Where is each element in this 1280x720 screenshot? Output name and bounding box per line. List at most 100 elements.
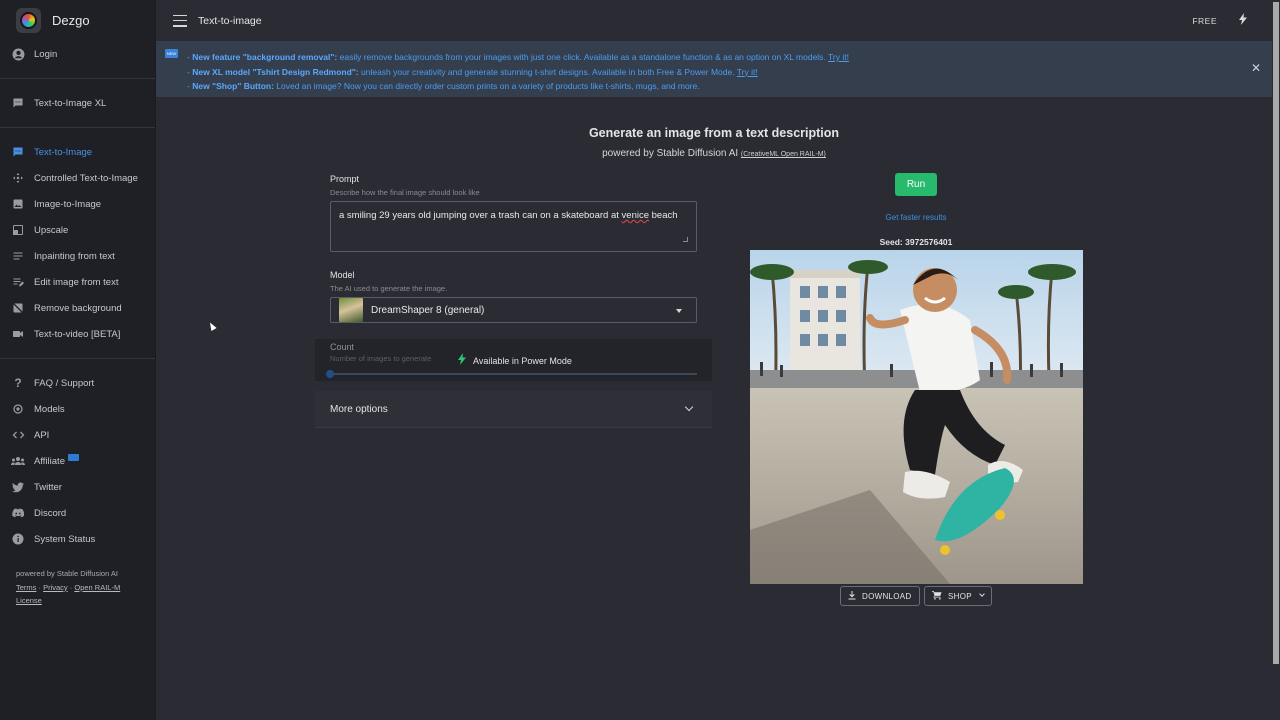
edit-lines-icon — [11, 275, 25, 289]
sidebar-item-label: Remove background — [34, 302, 122, 314]
run-button[interactable]: Run — [895, 173, 937, 196]
announcement-banner: NEW - New feature "background removal": … — [156, 41, 1272, 97]
sidebar-item-label: Text-to-Image XL — [34, 97, 107, 109]
scrollbar[interactable] — [1272, 0, 1280, 720]
sidebar-item-inpainting[interactable]: Inpainting from text — [0, 243, 155, 269]
sidebar: Dezgo Login Text-to-Image XL Text-to-Ima… — [0, 0, 156, 720]
video-icon — [11, 327, 25, 341]
resize-handle-icon[interactable] — [683, 237, 688, 242]
sidebar-item-text-to-image-xl[interactable]: Text-to-Image XL — [0, 90, 155, 116]
shop-button[interactable]: SHOP — [924, 586, 992, 606]
brand-name: Dezgo — [52, 13, 90, 28]
move-icon — [11, 171, 25, 185]
model-selected-value: DreamShaper 8 (general) — [371, 304, 485, 316]
prompt-label: Prompt — [330, 174, 360, 184]
sidebar-item-label: Twitter — [34, 481, 62, 493]
count-slider-track — [330, 373, 697, 375]
sidebar-item-controlled-text-to-image[interactable]: Controlled Text-to-Image — [0, 165, 155, 191]
account-icon — [11, 47, 25, 61]
no-image-icon — [11, 301, 25, 315]
top-bar: Text-to-image FREE — [156, 0, 1272, 41]
try-it-link[interactable]: Try it! — [828, 52, 849, 62]
model-help: The AI used to generate the image. — [330, 284, 448, 293]
cart-icon — [932, 590, 942, 602]
code-icon — [11, 428, 25, 442]
terms-link[interactable]: Terms — [16, 583, 36, 592]
sidebar-item-label: API — [34, 429, 50, 441]
generated-image[interactable] — [750, 250, 1083, 584]
question-icon: ? — [14, 376, 22, 390]
sidebar-item-affiliate[interactable]: Affiliate — [0, 448, 155, 474]
sidebar-item-label: System Status — [34, 533, 96, 545]
sidebar-item-edit-image[interactable]: Edit image from text — [0, 269, 155, 295]
license-link[interactable]: (CreativeML Open RAIL-M) — [741, 151, 826, 158]
download-icon — [848, 590, 856, 602]
count-slider-thumb — [326, 370, 334, 378]
plan-label[interactable]: FREE — [1192, 16, 1217, 26]
sidebar-item-faq[interactable]: ? FAQ / Support — [0, 370, 155, 396]
sidebar-item-models[interactable]: Models — [0, 396, 155, 422]
sidebar-item-label: Discord — [34, 507, 67, 519]
bolt-icon — [458, 353, 466, 368]
hamburger-menu-icon[interactable] — [173, 14, 187, 27]
sidebar-item-text-to-video[interactable]: Text-to-video [BETA] — [0, 321, 155, 347]
sidebar-item-system-status[interactable]: System Status — [0, 526, 155, 552]
divider — [0, 127, 155, 128]
model-label: Model — [330, 270, 355, 280]
sidebar-item-image-to-image[interactable]: Image-to-Image — [0, 191, 155, 217]
sidebar-item-upscale[interactable]: Upscale — [0, 217, 155, 243]
page-headline: Generate an image from a text descriptio… — [588, 126, 840, 140]
announcement-line: - New "Shop" Button: Loved an image? Now… — [187, 81, 700, 91]
power-mode-notice[interactable]: Available in Power Mode — [458, 353, 572, 368]
sidebar-item-label: Affiliate — [34, 455, 65, 467]
sidebar-item-label: Upscale — [34, 224, 69, 236]
download-button[interactable]: DOWNLOAD — [840, 586, 920, 606]
dezgo-logo — [16, 8, 41, 33]
models-icon — [11, 402, 25, 416]
sidebar-item-label: Login — [34, 48, 58, 60]
sidebar-item-discord[interactable]: Discord — [0, 500, 155, 526]
sidebar-item-text-to-image[interactable]: Text-to-Image — [0, 139, 155, 165]
divider — [0, 358, 155, 359]
announcement-lines: - New feature "background removal": easi… — [187, 50, 849, 94]
sidebar-item-remove-background[interactable]: Remove background — [0, 295, 155, 321]
privacy-link[interactable]: Privacy — [43, 583, 68, 592]
try-it-link[interactable]: Try it! — [737, 67, 758, 77]
sidebar-footer: powered by Stable Diffusion AI Terms · P… — [16, 567, 146, 608]
close-icon[interactable]: ✕ — [1251, 61, 1261, 75]
sidebar-item-twitter[interactable]: Twitter — [0, 474, 155, 500]
new-badge-icon — [67, 453, 79, 461]
page-subheadline: powered by Stable Diffusion AI (Creative… — [602, 148, 826, 159]
info-icon — [11, 532, 25, 546]
scroll-thumb[interactable] — [1273, 2, 1279, 664]
chat-icon — [11, 145, 25, 159]
powered-by-text: powered by Stable Diffusion AI — [16, 569, 119, 578]
sidebar-item-label: FAQ / Support — [34, 377, 95, 389]
power-bolt-icon[interactable] — [1239, 13, 1247, 28]
sidebar-item-login[interactable]: Login — [0, 41, 155, 67]
page-title: Text-to-image — [198, 14, 262, 27]
image-icon — [11, 197, 25, 211]
count-label: Count — [330, 342, 355, 352]
announcement-line: - New XL model "Tshirt Design Redmond": … — [187, 66, 758, 77]
more-options-toggle[interactable]: More options — [315, 391, 712, 428]
sidebar-item-label: Inpainting from text — [34, 250, 115, 262]
discord-icon — [11, 506, 25, 520]
model-select[interactable]: DreamShaper 8 (general) — [330, 297, 697, 323]
new-badge-icon: NEW — [165, 49, 178, 58]
faster-results-link[interactable]: Get faster results — [850, 213, 982, 222]
sidebar-item-label: Text-to-Image — [34, 146, 93, 158]
sidebar-item-label: Text-to-video [BETA] — [34, 328, 121, 340]
announcement-line: - New feature "background removal": easi… — [187, 52, 849, 62]
prompt-help: Describe how the final image should look… — [330, 188, 480, 197]
lines-icon — [11, 249, 25, 263]
sidebar-item-label: Edit image from text — [34, 276, 119, 288]
sidebar-item-label: Image-to-Image — [34, 198, 102, 210]
brand[interactable]: Dezgo — [0, 0, 155, 41]
model-thumbnail — [339, 298, 363, 322]
count-panel: Count Number of images to generate Avail… — [315, 339, 712, 381]
mouse-cursor — [207, 321, 217, 331]
sidebar-item-api[interactable]: API — [0, 422, 155, 448]
people-icon — [11, 454, 25, 468]
prompt-textarea[interactable]: a smiling 29 years old jumping over a tr… — [330, 201, 697, 252]
